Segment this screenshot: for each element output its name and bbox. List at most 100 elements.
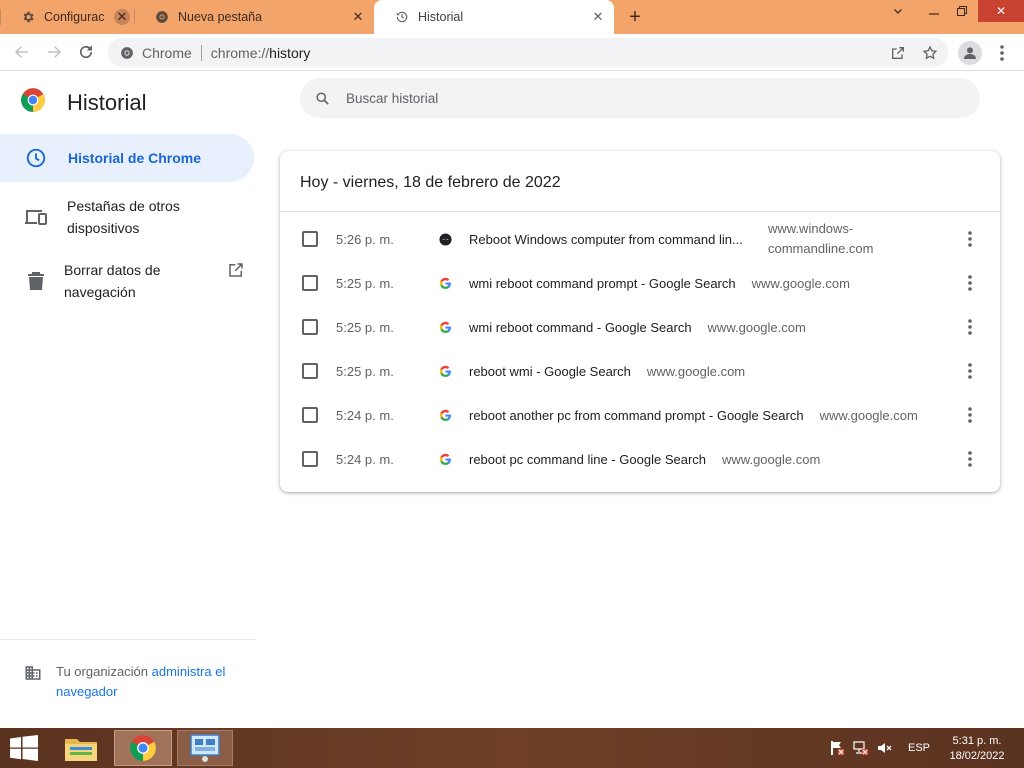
windows-taskbar: ESP 5:31 p. m. 18/02/2022 [0, 728, 1024, 768]
clock-date: 18/02/2022 [949, 750, 1005, 762]
org-notice-text: Tu organización [56, 664, 149, 679]
address-bar[interactable]: Chrome chrome:// history [108, 38, 948, 67]
close-icon[interactable]: ✕ [114, 9, 130, 25]
entry-time: 5:26 p. m. [336, 231, 394, 247]
volume-muted-icon[interactable] [876, 740, 894, 756]
google-icon [438, 364, 452, 378]
site-label: Chrome [142, 44, 192, 61]
url-scheme: chrome:// [210, 44, 270, 61]
close-icon[interactable]: ✕ [350, 9, 366, 25]
sidebar-item-pestanas-otros-dispositivos[interactable]: Pestañas de otros dispositivos [0, 184, 256, 250]
sidebar-item-historial-de-chrome[interactable]: Historial de Chrome [0, 134, 254, 182]
open-in-new-icon [226, 260, 246, 280]
sidebar-item-label: Pestañas de otros dispositivos [67, 198, 180, 236]
history-entry[interactable]: 5:25 p. m. reboot wmi - Google Search ww… [280, 349, 1000, 393]
history-entry[interactable]: 5:25 p. m. wmi reboot command - Google S… [280, 305, 1000, 349]
building-icon [24, 664, 42, 682]
share-icon[interactable] [888, 43, 908, 63]
devices-icon [24, 205, 48, 229]
divider [280, 211, 1000, 212]
entry-time: 5:25 p. m. [336, 275, 394, 291]
window-close-button[interactable]: ✕ [978, 0, 1024, 22]
entry-domain: www.windows-commandline.com [768, 221, 874, 256]
tab-title: Nueva pestaña [178, 10, 263, 24]
history-icon [394, 9, 410, 25]
more-vert-icon[interactable] [960, 447, 980, 471]
tab-historial[interactable]: Historial ✕ [374, 0, 614, 34]
chrome-logo-icon [20, 87, 46, 118]
action-center-flag-icon[interactable] [828, 740, 846, 756]
reload-button[interactable] [74, 40, 98, 64]
entry-checkbox[interactable] [302, 363, 318, 379]
entry-checkbox[interactable] [302, 319, 318, 335]
history-entry[interactable]: 5:26 p. m. Reboot Windows computer from … [280, 217, 1000, 261]
entry-title-link[interactable]: wmi reboot command prompt - Google Searc… [469, 276, 736, 291]
more-vert-icon[interactable] [992, 41, 1012, 65]
entry-domain: www.google.com [646, 363, 746, 379]
entry-time: 5:24 p. m. [336, 451, 394, 467]
managed-by-organization-notice: Tu organización administra el navegador [24, 662, 244, 702]
entry-domain: www.google.com [751, 275, 850, 291]
tab-nueva-pestana[interactable]: Nueva pestaña ✕ [134, 0, 374, 34]
tab-search-chevron-icon[interactable] [882, 0, 914, 22]
entry-title-link[interactable]: Reboot Windows computer from command lin… [469, 232, 748, 247]
more-vert-icon[interactable] [960, 315, 980, 339]
divider [0, 639, 256, 640]
close-icon[interactable]: ✕ [590, 9, 606, 25]
gear-icon [20, 9, 36, 25]
entry-domain: www.google.com [722, 451, 821, 467]
entry-title-link[interactable]: reboot pc command line - Google Search [469, 452, 706, 467]
sidebar: Historial de Chrome Pestañas de otros di… [0, 134, 256, 312]
sidebar-item-label: Historial de Chrome [68, 150, 202, 166]
browser-toolbar: Chrome chrome:// history [0, 34, 1024, 71]
more-vert-icon[interactable] [960, 227, 980, 251]
history-card: Hoy - viernes, 18 de febrero de 2022 5:2… [280, 151, 1000, 492]
history-entry[interactable]: 5:24 p. m. reboot another pc from comman… [280, 393, 1000, 437]
history-list: 5:26 p. m. Reboot Windows computer from … [280, 217, 1000, 481]
history-entry[interactable]: 5:25 p. m. wmi reboot command prompt - G… [280, 261, 1000, 305]
back-button[interactable] [10, 40, 34, 64]
new-tab-button[interactable]: + [624, 6, 646, 28]
google-icon [438, 276, 452, 290]
search-input[interactable] [346, 90, 946, 106]
windows-commandline-favicon-icon [438, 232, 452, 246]
windows-start-icon[interactable] [4, 730, 44, 766]
bookmark-star-icon[interactable] [920, 43, 940, 63]
google-icon [438, 408, 452, 422]
forward-button[interactable] [42, 40, 66, 64]
entry-checkbox[interactable] [302, 231, 318, 247]
page-title: Historial [67, 89, 147, 115]
sidebar-item-borrar-datos[interactable]: Borrar datos de navegación [0, 250, 256, 312]
search-box[interactable] [300, 78, 980, 118]
google-icon [438, 452, 452, 466]
entry-title-link[interactable]: reboot another pc from command prompt - … [469, 408, 804, 423]
entry-time: 5:24 p. m. [336, 407, 394, 423]
restore-button[interactable] [946, 0, 978, 22]
network-settings-icon[interactable] [177, 730, 233, 766]
entry-title-link[interactable]: reboot wmi - Google Search [469, 364, 631, 379]
divider [200, 44, 202, 61]
input-language[interactable]: ESP [908, 742, 930, 754]
entry-title-link[interactable]: wmi reboot command - Google Search [469, 320, 692, 335]
history-page: Historial Historial de Chrome Pestañas d… [0, 72, 1024, 728]
entry-checkbox[interactable] [302, 407, 318, 423]
sidebar-item-label: Borrar datos de navegación [64, 262, 161, 300]
tab-configuracion[interactable]: Configurac ✕ [0, 0, 134, 34]
history-entry[interactable]: 5:24 p. m. reboot pc command line - Goog… [280, 437, 1000, 481]
network-status-icon[interactable] [852, 740, 870, 756]
entry-domain: www.google.com [707, 319, 806, 335]
more-vert-icon[interactable] [960, 271, 980, 295]
entry-checkbox[interactable] [302, 451, 318, 467]
system-clock[interactable]: 5:31 p. m. 18/02/2022 [944, 734, 1010, 764]
more-vert-icon[interactable] [960, 359, 980, 383]
more-vert-icon[interactable] [960, 403, 980, 427]
entry-time: 5:25 p. m. [336, 363, 394, 379]
taskbar-chrome-icon[interactable] [114, 730, 172, 766]
profile-avatar-icon[interactable] [958, 41, 982, 65]
tab-title: Historial [418, 10, 464, 24]
chrome-icon [154, 9, 170, 25]
google-icon [438, 320, 452, 334]
search-icon [314, 90, 330, 106]
entry-checkbox[interactable] [302, 275, 318, 291]
file-explorer-icon[interactable] [58, 730, 104, 766]
